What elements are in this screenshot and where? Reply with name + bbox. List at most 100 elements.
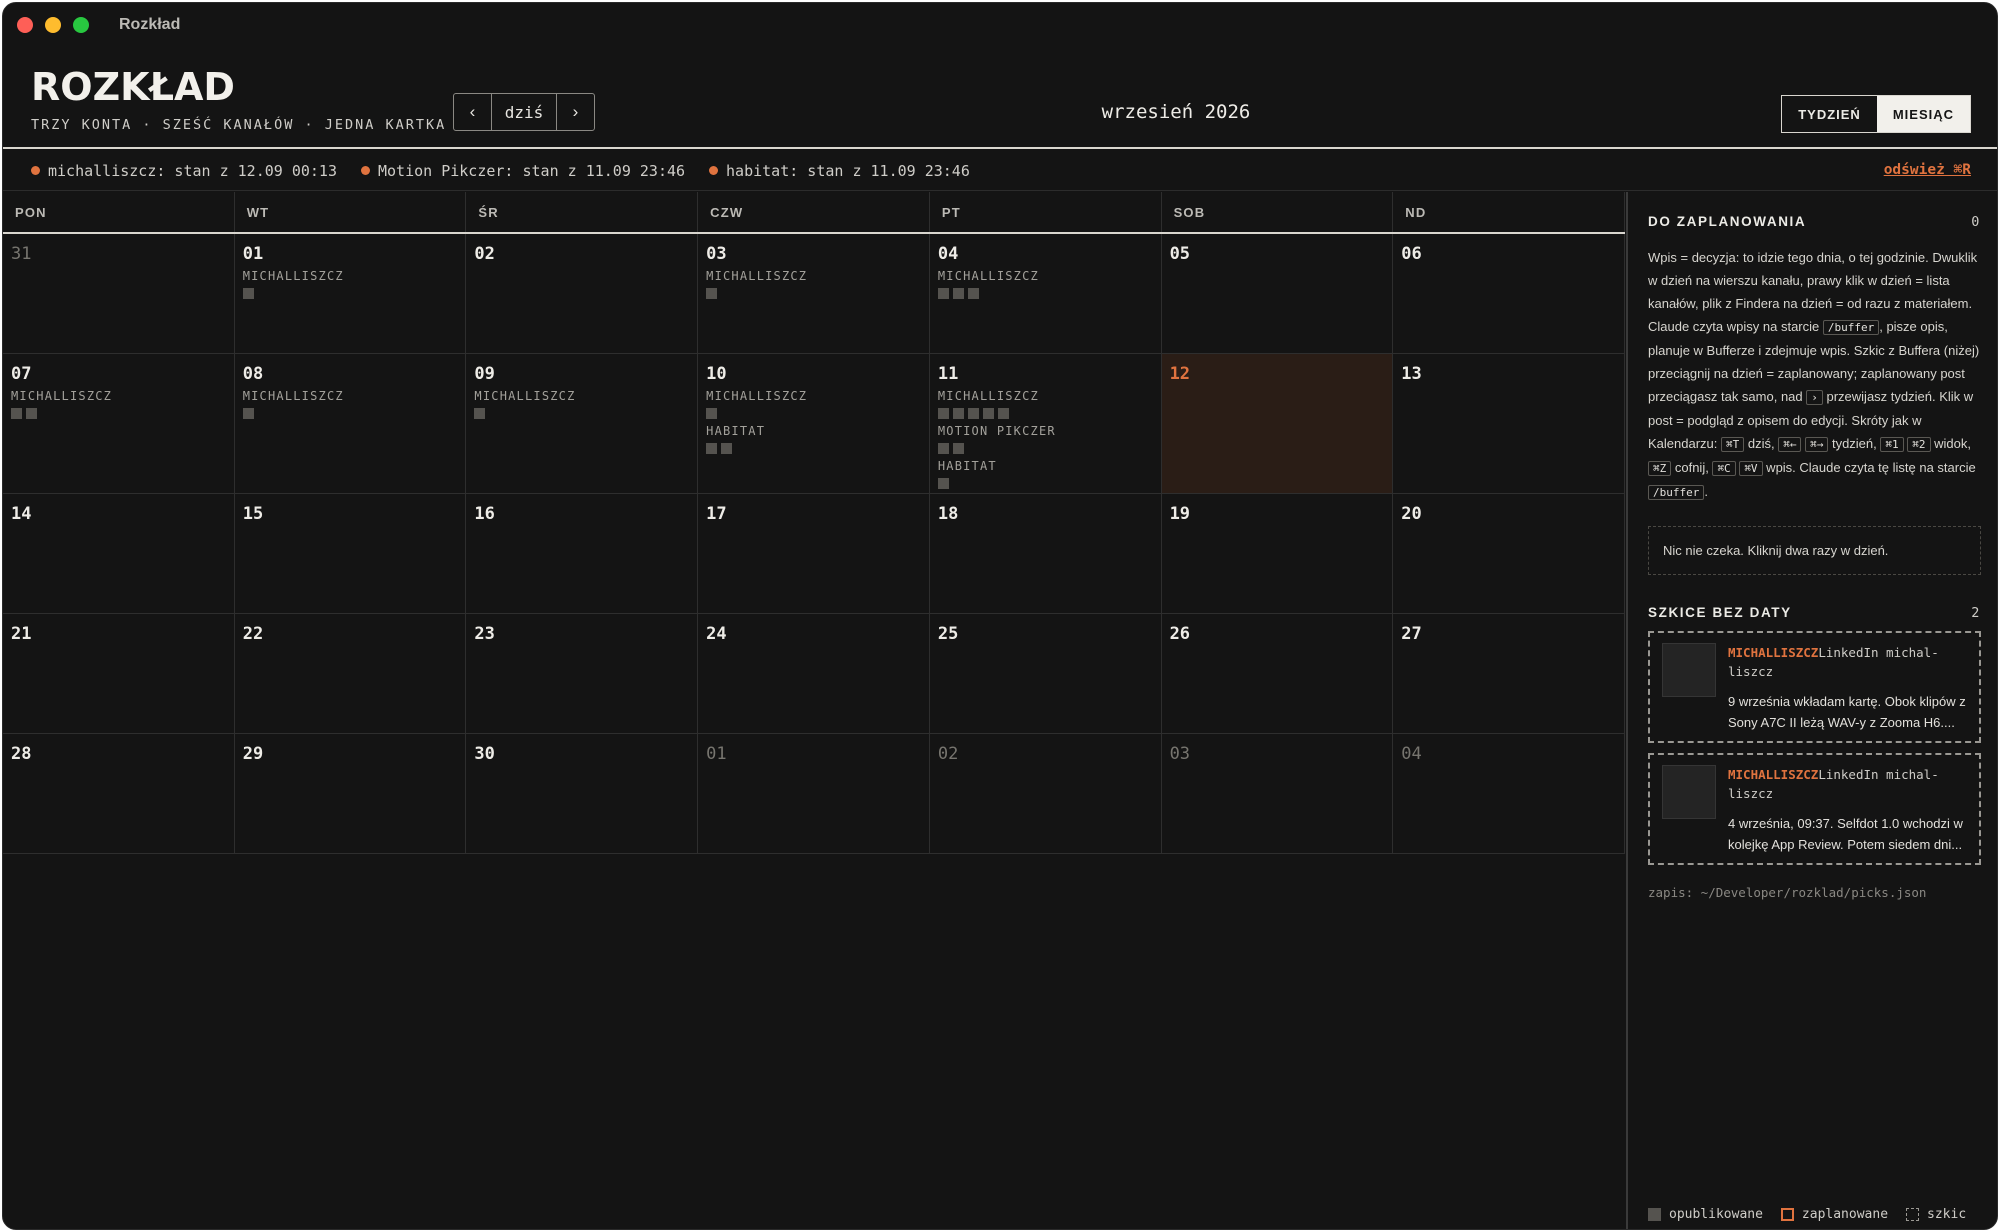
published-post-marker[interactable]	[952, 288, 964, 299]
published-post-marker[interactable]	[11, 408, 22, 419]
published-post-marker[interactable]	[242, 408, 254, 419]
legend-scheduled: zaplanowane	[1780, 1207, 1888, 1222]
view-month-button[interactable]: MIESIĄC	[1876, 96, 1970, 132]
to-schedule-empty-box[interactable]: Nic nie czeka. Kliknij dwa razy w dzień.	[1648, 526, 1981, 575]
published-post-marker[interactable]	[26, 408, 37, 419]
day-number: 30	[474, 744, 495, 764]
draft-account: MICHALLISZCZ	[1728, 767, 1819, 782]
close-window-button[interactable]	[17, 17, 33, 33]
day-cell[interactable]: 07 MICHALLISZCZ	[3, 354, 235, 494]
day-cell[interactable]: 06	[1393, 234, 1625, 354]
weekday-label: CZW	[698, 192, 930, 232]
published-post-marker[interactable]	[706, 288, 718, 299]
day-number: 18	[937, 504, 959, 524]
day-cell[interactable]: 29	[234, 734, 467, 854]
status-dot-icon	[709, 166, 719, 175]
channel-label: HABITAT	[706, 424, 766, 438]
day-cell[interactable]: 13	[1393, 354, 1625, 494]
day-number: 02	[937, 744, 959, 764]
drafts-title: SZKICE BEZ DATY	[1648, 605, 1792, 620]
published-post-marker[interactable]	[721, 443, 733, 454]
channel-label: MICHALLISZCZ	[937, 269, 1039, 283]
description-text: wpis. Claude czyta tę listę na starcie	[1762, 460, 1976, 475]
published-post-marker[interactable]	[937, 478, 949, 489]
legend-published-label: opublikowane	[1669, 1207, 1763, 1222]
day-cell[interactable]: 24	[698, 614, 930, 734]
weekday-label: WT	[235, 192, 467, 232]
day-cell[interactable]: 30	[466, 734, 699, 854]
post-markers	[937, 408, 1153, 419]
day-cell[interactable]: 20	[1393, 494, 1625, 614]
day-cell[interactable]: 04	[1393, 734, 1625, 854]
day-cell-today[interactable]: 12	[1161, 354, 1394, 494]
day-cell[interactable]: 23	[466, 614, 699, 734]
day-cell[interactable]: 08 MICHALLISZCZ	[234, 354, 467, 494]
day-cell[interactable]: 31	[3, 234, 235, 354]
description-text: dziś,	[1744, 436, 1779, 451]
day-cell[interactable]: 03	[1161, 734, 1394, 854]
prev-button[interactable]: ‹	[454, 94, 491, 130]
draft-card[interactable]: MICHALLISZCZLinkedIn michal-liszcz 9 wrz…	[1648, 631, 1981, 743]
day-cell[interactable]: 03 MICHALLISZCZ	[698, 234, 930, 354]
day-number: 01	[242, 244, 264, 264]
zoom-window-button[interactable]	[73, 17, 89, 33]
day-cell[interactable]: 05	[1161, 234, 1394, 354]
app-window: Rozkład ROZKŁAD TRZY KONTA · SZEŚĆ KANAŁ…	[2, 2, 1998, 1230]
weekday-header: PON WT ŚR CZW PT SOB ND	[3, 192, 1625, 234]
day-cell[interactable]: 17	[698, 494, 930, 614]
day-cell[interactable]: 26	[1161, 614, 1394, 734]
day-cell[interactable]: 14	[3, 494, 235, 614]
day-number: 03	[706, 244, 727, 264]
day-cell[interactable]: 01 MICHALLISZCZ	[234, 234, 467, 354]
refresh-link[interactable]: odśwież ⌘R	[1884, 162, 1971, 178]
day-cell[interactable]: 16	[466, 494, 699, 614]
published-post-marker[interactable]	[997, 408, 1009, 419]
day-cell[interactable]: 02	[929, 734, 1162, 854]
post-markers	[937, 443, 1153, 454]
day-number: 15	[242, 504, 264, 524]
day-cell[interactable]: 01	[698, 734, 930, 854]
published-post-marker[interactable]	[937, 443, 949, 454]
day-cell[interactable]: 09 MICHALLISZCZ	[466, 354, 699, 494]
published-post-marker[interactable]	[967, 288, 979, 299]
next-button[interactable]: ›	[557, 94, 594, 130]
day-cell[interactable]: 18	[929, 494, 1162, 614]
day-cell[interactable]: 15	[234, 494, 467, 614]
day-cell[interactable]: 04 MICHALLISZCZ	[929, 234, 1162, 354]
day-cell[interactable]: 21	[3, 614, 235, 734]
shortcut-key: ⌘V	[1739, 461, 1763, 476]
day-cell[interactable]: 11 MICHALLISZCZ MOTION PIKCZER HABITAT	[929, 354, 1162, 494]
day-cell[interactable]: 28	[3, 734, 235, 854]
published-post-marker[interactable]	[706, 408, 718, 419]
published-post-marker[interactable]	[242, 288, 254, 299]
view-week-button[interactable]: TYDZIEŃ	[1782, 96, 1877, 132]
day-cell[interactable]: 27	[1393, 614, 1625, 734]
view-switcher: TYDZIEŃ MIESIĄC	[1781, 95, 1971, 133]
day-cell[interactable]: 25	[929, 614, 1162, 734]
draft-card[interactable]: MICHALLISZCZLinkedIn michal-liszcz 4 wrz…	[1648, 753, 1981, 865]
published-post-marker[interactable]	[982, 408, 994, 419]
minimize-window-button[interactable]	[45, 17, 61, 33]
date-navigation: ‹ dziś ›	[453, 93, 595, 131]
weekday-label: PT	[930, 192, 1162, 232]
today-button[interactable]: dziś	[491, 94, 557, 130]
draft-text: 9 września wkładam kartę. Obok klipów z …	[1728, 694, 1966, 730]
draft-thumbnail	[1662, 643, 1716, 697]
draft-account: MICHALLISZCZ	[1728, 645, 1819, 660]
day-number: 22	[242, 624, 264, 644]
post-markers	[706, 443, 921, 454]
published-post-marker[interactable]	[474, 408, 486, 419]
day-cell[interactable]: 02	[466, 234, 699, 354]
published-post-marker[interactable]	[706, 443, 718, 454]
shortcut-key: ›	[1806, 390, 1823, 405]
published-post-marker[interactable]	[937, 288, 949, 299]
day-cell[interactable]: 10 MICHALLISZCZ HABITAT	[698, 354, 930, 494]
day-cell[interactable]: 19	[1161, 494, 1394, 614]
draft-body: MICHALLISZCZLinkedIn michal-liszcz 4 wrz…	[1728, 765, 1969, 855]
day-cell[interactable]: 22	[234, 614, 467, 734]
published-post-marker[interactable]	[967, 408, 979, 419]
to-schedule-description: Wpis = decyzja: to idzie tego dnia, o te…	[1648, 246, 1981, 504]
published-post-marker[interactable]	[937, 408, 949, 419]
published-post-marker[interactable]	[952, 443, 964, 454]
published-post-marker[interactable]	[952, 408, 964, 419]
